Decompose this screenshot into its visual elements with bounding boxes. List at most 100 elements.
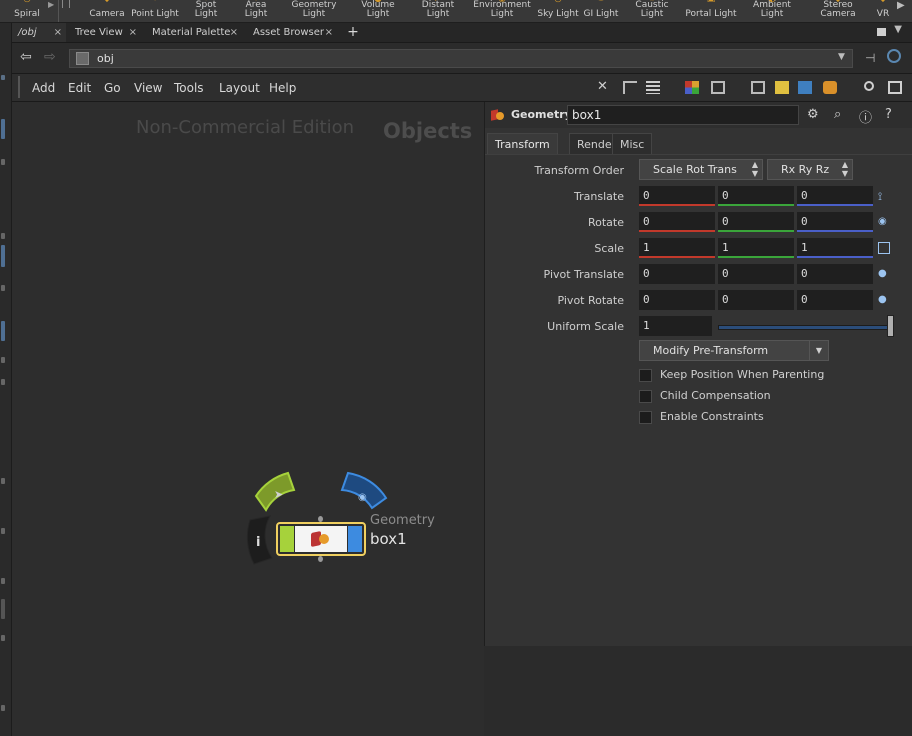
shelf-tool-gi-light[interactable]: ✺ GI Light xyxy=(582,0,620,22)
link-group-icon[interactable] xyxy=(887,49,901,63)
rotate-x-field[interactable]: 0 xyxy=(639,212,715,232)
gutter-arrow-icon[interactable] xyxy=(1,379,5,385)
pivot-translate-z-field[interactable]: 0 xyxy=(797,264,873,284)
translate-y-field[interactable]: 0 xyxy=(718,186,794,206)
network-box-icon[interactable] xyxy=(751,81,765,94)
gutter-arrow-icon[interactable] xyxy=(1,233,5,239)
pivot-rotate-z-field[interactable]: 0 xyxy=(797,290,873,310)
shelf-tool-ambient-light[interactable]: ◐ Ambient Light xyxy=(741,0,803,22)
back-arrow-icon[interactable]: ⇦ xyxy=(20,49,32,65)
image-icon[interactable] xyxy=(798,81,812,94)
shelf-tool-stereo-camera[interactable]: ◆ Stereo Camera xyxy=(814,0,862,22)
gutter-arrow-icon[interactable] xyxy=(1,635,5,641)
enable-constraints-checkbox[interactable] xyxy=(639,411,652,424)
rotate-order-select[interactable]: Rx Ry Rz ▲ ▼ xyxy=(767,159,853,180)
tab-asset-browser[interactable]: Asset Browser × xyxy=(247,23,337,42)
rotate-y-field[interactable]: 0 xyxy=(718,212,794,232)
menu-edit[interactable]: Edit xyxy=(68,81,91,95)
shelf-tool-area-light[interactable]: ✷ Area Light xyxy=(233,0,279,22)
pivot-translate-x-field[interactable]: 0 xyxy=(639,264,715,284)
info-icon[interactable]: ⓘ xyxy=(859,107,872,126)
dot-icon[interactable] xyxy=(823,81,837,94)
tab-scroll-icon[interactable]: ▼ xyxy=(894,24,902,35)
shelf-tool-sky-light[interactable]: ◓ Sky Light xyxy=(537,0,579,22)
scale-handle-icon[interactable] xyxy=(878,242,890,254)
gutter-arrow-icon[interactable] xyxy=(1,357,5,363)
scale-y-field[interactable]: 1 xyxy=(718,238,794,258)
shelf-tool-caustic-light[interactable]: ✹ Caustic Light xyxy=(624,0,680,22)
tab-misc[interactable]: Misc xyxy=(612,133,653,154)
shelf-tool-camera[interactable]: ◆ Camera xyxy=(88,0,126,22)
close-icon[interactable]: × xyxy=(54,27,62,38)
node-name-field[interactable]: box1 xyxy=(567,105,799,125)
list-icon[interactable] xyxy=(646,81,660,94)
shelf-tool-geometry-light[interactable]: ✧ Geometry Light xyxy=(288,0,340,22)
shelf-tool-environment-light[interactable]: ◉ Environment Light xyxy=(472,0,532,22)
pivot-rotate-handle-icon[interactable]: ● xyxy=(878,294,890,306)
help-icon[interactable]: ? xyxy=(885,107,892,122)
modify-pre-transform-menu[interactable]: Modify Pre-Transform ▼ xyxy=(639,340,829,361)
pivot-translate-y-field[interactable]: 0 xyxy=(718,264,794,284)
uniform-scale-slider[interactable] xyxy=(718,325,894,330)
gutter-arrow-icon[interactable] xyxy=(1,159,5,165)
gutter-grip-icon[interactable] xyxy=(1,599,5,619)
shelf-scroll-arrow-icon[interactable]: ▶ xyxy=(47,0,55,22)
translate-x-field[interactable]: 0 xyxy=(639,186,715,206)
add-tab-icon[interactable]: + xyxy=(346,23,360,42)
shelf-overflow-icon[interactable]: ▶ xyxy=(897,0,905,11)
shelf-tool-distant-light[interactable]: ⟋ Distant Light xyxy=(410,0,466,22)
gutter-arrow-icon[interactable] xyxy=(1,75,5,80)
node-output-connector[interactable] xyxy=(318,556,323,562)
translate-z-field[interactable]: 0 xyxy=(797,186,873,206)
shelf-tool-portal-light[interactable]: ▣ Portal Light xyxy=(685,0,737,22)
gutter-arrow-icon[interactable] xyxy=(1,528,5,534)
search-icon[interactable] xyxy=(864,81,874,91)
pivot-rotate-x-field[interactable]: 0 xyxy=(639,290,715,310)
eye-icon[interactable] xyxy=(888,81,902,94)
gear-icon[interactable]: ⚙ xyxy=(807,107,819,122)
tab-obj[interactable]: /obj × xyxy=(12,23,66,42)
menu-layout[interactable]: Layout xyxy=(219,81,260,95)
transform-order-select[interactable]: Scale Rot Trans ▲ ▼ xyxy=(639,159,763,180)
search-icon[interactable]: ⌕ xyxy=(834,107,841,122)
node-name-label[interactable]: box1 xyxy=(370,530,407,548)
chevron-down-icon[interactable]: ▼ xyxy=(838,52,845,62)
wrench-icon[interactable]: ✕ xyxy=(597,79,611,94)
keep-position-checkbox[interactable] xyxy=(639,369,652,382)
color-palette-icon[interactable] xyxy=(685,81,699,94)
uniform-scale-field[interactable]: 1 xyxy=(639,316,712,336)
tab-material-palette[interactable]: Material Palette × xyxy=(146,23,242,42)
shelf-tool-vr[interactable]: ◆ VR xyxy=(872,0,894,22)
menu-help[interactable]: Help xyxy=(269,81,296,95)
scale-z-field[interactable]: 1 xyxy=(797,238,873,258)
gutter-arrow-icon[interactable] xyxy=(1,478,5,484)
child-compensation-checkbox[interactable] xyxy=(639,390,652,403)
close-icon[interactable]: × xyxy=(230,27,238,38)
gutter-tool-icon[interactable] xyxy=(1,321,5,341)
slider-handle[interactable] xyxy=(887,315,894,337)
tab-transform[interactable]: Transform xyxy=(487,133,558,154)
shelf-tool-spiral[interactable]: ◔ Spiral xyxy=(8,0,46,22)
shelf-tool-spot-light[interactable]: ✦ Spot Light xyxy=(184,0,228,22)
close-icon[interactable]: × xyxy=(325,27,333,38)
forward-arrow-icon[interactable]: ⇨ xyxy=(44,49,56,65)
shelf-tool-point-light[interactable]: ✶ Point Light xyxy=(131,0,179,22)
node-display-flag[interactable] xyxy=(280,526,294,552)
shelf-tool-volume-light[interactable]: ● Volume Light xyxy=(350,0,406,22)
node-render-flag[interactable] xyxy=(348,526,362,552)
gutter-arrow-icon[interactable] xyxy=(1,578,5,584)
gutter-arrow-icon[interactable] xyxy=(1,705,5,711)
tree-layout-icon[interactable] xyxy=(623,81,637,94)
geometry-node[interactable] xyxy=(276,522,366,556)
grid-icon[interactable] xyxy=(711,81,725,94)
menu-tools[interactable]: Tools xyxy=(174,81,204,95)
pin-icon[interactable]: ⊣ xyxy=(865,51,875,65)
menu-go[interactable]: Go xyxy=(104,81,121,95)
gutter-tool-icon[interactable] xyxy=(1,119,5,139)
menu-add[interactable]: Add xyxy=(32,81,55,95)
close-icon[interactable]: × xyxy=(129,27,137,38)
sticky-note-icon[interactable] xyxy=(775,81,789,94)
rotate-z-field[interactable]: 0 xyxy=(797,212,873,232)
shelf-grip-icon[interactable] xyxy=(62,0,70,8)
gutter-tool-icon[interactable] xyxy=(1,245,5,267)
